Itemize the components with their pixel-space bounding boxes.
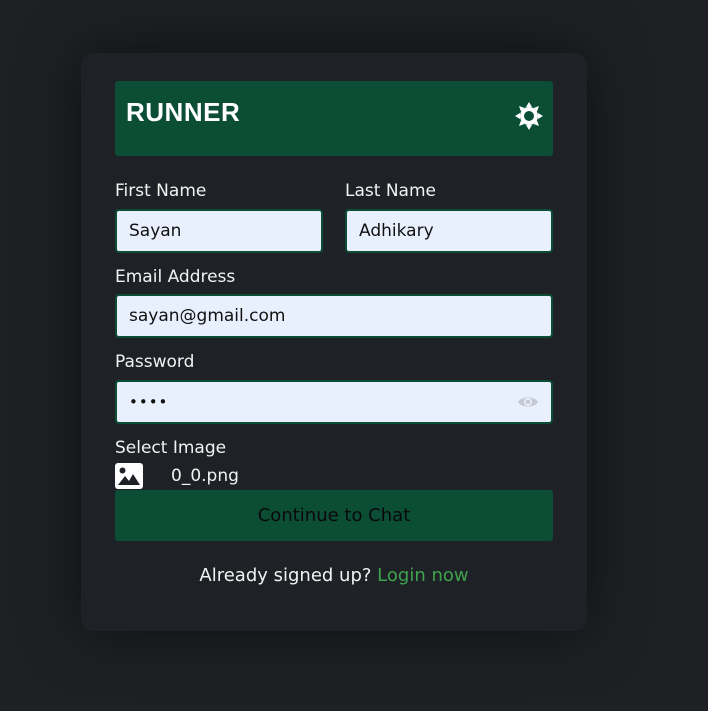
last-name-input[interactable]: Adhikary [345, 209, 553, 253]
password-label: Password [115, 352, 195, 372]
first-name-label: First Name [115, 181, 207, 201]
password-input[interactable]: •••• [115, 380, 553, 424]
login-prompt: Already signed up? Login now [81, 565, 587, 586]
login-prompt-text: Already signed up? [199, 565, 372, 586]
email-input[interactable]: sayan@gmail.com [115, 294, 553, 338]
selected-file-name: 0_0.png [171, 466, 239, 486]
last-name-label: Last Name [345, 181, 436, 201]
login-now-link[interactable]: Login now [377, 565, 468, 586]
email-value: sayan@gmail.com [129, 306, 286, 326]
first-name-value: Sayan [129, 221, 182, 241]
header-bar: RUNNER [115, 81, 553, 156]
continue-to-chat-button[interactable]: Continue to Chat [115, 490, 553, 541]
image-picker[interactable]: 0_0.png [115, 462, 239, 490]
last-name-value: Adhikary [359, 221, 434, 241]
app-title: RUNNER [126, 97, 241, 127]
first-name-input[interactable]: Sayan [115, 209, 323, 253]
signup-card: RUNNER First Name Sayan Last Name Adhika… [81, 53, 587, 631]
eye-icon[interactable] [517, 393, 539, 411]
select-image-label: Select Image [115, 438, 227, 458]
email-label: Email Address [115, 267, 236, 287]
sun-icon[interactable] [512, 99, 546, 133]
image-icon[interactable] [115, 463, 143, 489]
password-value: •••• [129, 393, 169, 411]
